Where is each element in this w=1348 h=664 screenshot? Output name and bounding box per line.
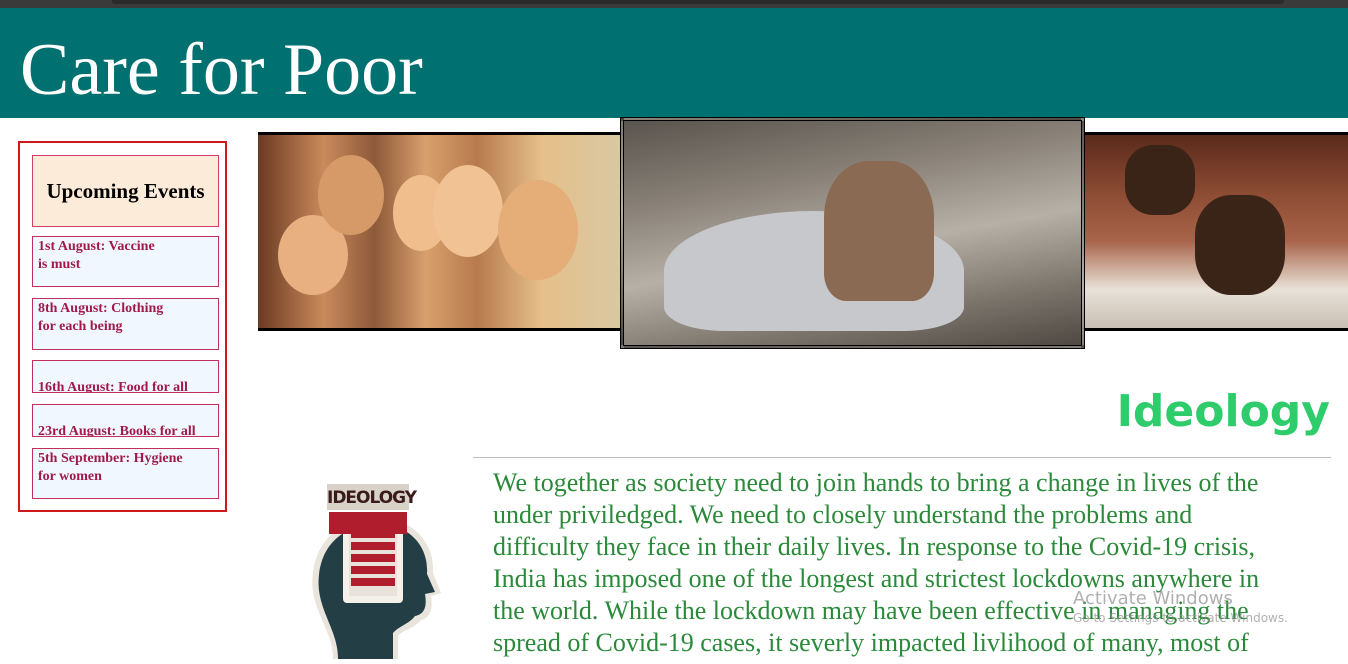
child-figure (1125, 145, 1195, 215)
child-figure (1195, 195, 1285, 295)
gallery-image-poor-children (620, 117, 1085, 349)
watermark-title: Activate Windows (1073, 588, 1233, 609)
event-item[interactable]: 16th August: Food for all (32, 360, 219, 393)
paragraph-line: difficulty they face in their daily live… (493, 532, 1256, 561)
events-heading: Upcoming Events (32, 155, 219, 227)
event-line: 1st August: Vaccine (38, 239, 155, 254)
event-line: for women (38, 469, 102, 484)
child-face (433, 165, 503, 257)
child-face (318, 155, 384, 235)
paragraph-line: spread of Covid-19 cases, it severly imp… (493, 628, 1249, 657)
paragraph-line: under priviledged. We need to closely un… (493, 500, 1193, 529)
event-item[interactable]: 1st August: Vaccine is must (32, 236, 219, 287)
event-line: 8th August: Clothing (38, 301, 164, 316)
event-line: 16th August: Food for all (38, 380, 188, 393)
site-header: Care for Poor (0, 8, 1348, 118)
event-line: 5th September: Hygiene (38, 451, 183, 466)
watermark-subtitle: Go to Settings to activate Windows. (1073, 611, 1288, 625)
ideology-heading: Ideology (1116, 386, 1330, 437)
section-divider (473, 457, 1331, 458)
gallery-image-children (258, 135, 623, 328)
event-line: for each being (38, 319, 123, 334)
ideology-paragraph: We together as society need to join hand… (493, 467, 1333, 659)
ideology-head-icon: IDEOLOGY (303, 478, 443, 659)
event-line: is must (38, 257, 81, 272)
event-item[interactable]: 23rd August: Books for all (32, 404, 219, 437)
event-item[interactable]: 5th September: Hygiene for women (32, 448, 219, 499)
browser-tab-strip (112, 0, 1284, 4)
event-item[interactable]: 8th August: Clothing for each being (32, 298, 219, 350)
upcoming-events-panel: Upcoming Events 1st August: Vaccine is m… (18, 141, 227, 512)
browser-top-bar (0, 0, 1348, 8)
child-face (498, 180, 578, 280)
ideology-logo-text: IDEOLOGY (327, 488, 417, 508)
paragraph-line: We together as society need to join hand… (493, 468, 1259, 497)
child-figure (824, 161, 934, 301)
gallery-image-studying (1085, 135, 1348, 328)
event-line: 23rd August: Books for all (38, 424, 196, 437)
activate-windows-watermark: Activate Windows Go to Settings to activ… (1073, 588, 1333, 626)
site-title: Care for Poor (20, 29, 423, 111)
